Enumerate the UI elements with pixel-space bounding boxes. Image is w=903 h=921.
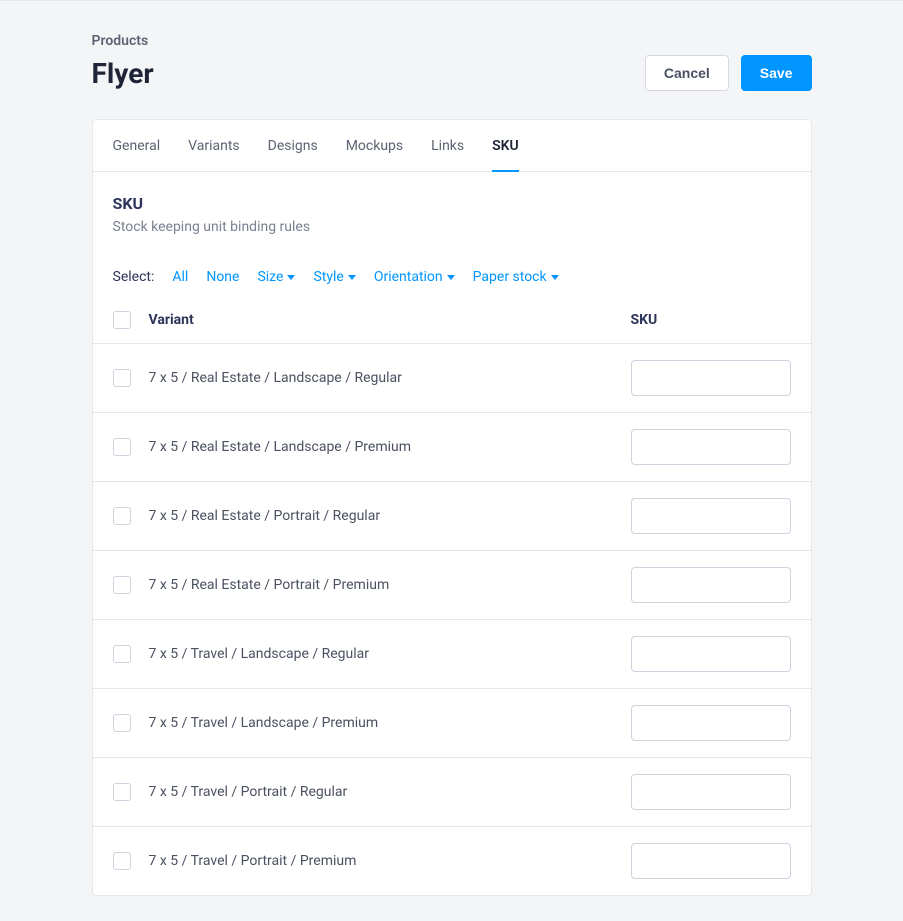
filter-label: Select: (113, 269, 155, 285)
variant-label: 7 x 5 / Real Estate / Portrait / Regular (149, 508, 631, 524)
sku-input[interactable] (631, 567, 791, 603)
filter-text: Style (313, 269, 343, 285)
tab-variants[interactable]: Variants (188, 120, 240, 172)
column-header-sku: SKU (631, 312, 791, 328)
caret-down-icon (348, 275, 356, 280)
filter-paper-stock[interactable]: Paper stock (473, 269, 559, 285)
table-row: 7 x 5 / Travel / Landscape / Premium (93, 688, 811, 757)
page-title: Flyer (92, 57, 154, 90)
variant-label: 7 x 5 / Travel / Landscape / Premium (149, 715, 631, 731)
filter-none[interactable]: None (206, 269, 239, 285)
sku-card: General Variants Designs Mockups Links SKU SK… (92, 119, 812, 896)
filter-bar: Select: All None Size Style Orientation Paper… (93, 245, 811, 303)
panel-subtitle: Stock keeping unit binding rules (113, 219, 791, 235)
sku-input[interactable] (631, 774, 791, 810)
sku-input[interactable] (631, 360, 791, 396)
breadcrumb[interactable]: Products (92, 33, 812, 49)
sku-input[interactable] (631, 705, 791, 741)
table-row: 7 x 5 / Real Estate / Portrait / Premium (93, 550, 811, 619)
tab-designs[interactable]: Designs (268, 120, 318, 172)
variant-table-body: 7 x 5 / Real Estate / Landscape / Regula… (93, 343, 811, 895)
table-header: Variant SKU (93, 303, 811, 343)
row-checkbox[interactable] (113, 369, 131, 387)
tab-links[interactable]: Links (431, 120, 464, 172)
tab-sku[interactable]: SKU (492, 120, 519, 172)
panel-title: SKU (113, 194, 791, 213)
filter-size[interactable]: Size (257, 269, 295, 285)
filter-text: Size (257, 269, 283, 285)
sku-input[interactable] (631, 636, 791, 672)
row-checkbox[interactable] (113, 576, 131, 594)
table-row: 7 x 5 / Real Estate / Landscape / Regula… (93, 343, 811, 412)
tab-general[interactable]: General (113, 120, 161, 172)
row-checkbox[interactable] (113, 714, 131, 732)
caret-down-icon (287, 275, 295, 280)
variant-label: 7 x 5 / Travel / Portrait / Premium (149, 853, 631, 869)
filter-text: All (172, 269, 188, 285)
row-checkbox[interactable] (113, 645, 131, 663)
table-row: 7 x 5 / Travel / Landscape / Regular (93, 619, 811, 688)
select-all-checkbox[interactable] (113, 311, 131, 329)
table-row: 7 x 5 / Travel / Portrait / Premium (93, 826, 811, 895)
variant-label: 7 x 5 / Travel / Landscape / Regular (149, 646, 631, 662)
sku-input[interactable] (631, 843, 791, 879)
filter-orientation[interactable]: Orientation (374, 269, 455, 285)
filter-text: Paper stock (473, 269, 547, 285)
filter-text: None (206, 269, 239, 285)
header-actions: Cancel Save (645, 55, 812, 91)
table-row: 7 x 5 / Real Estate / Landscape / Premiu… (93, 412, 811, 481)
tab-bar: General Variants Designs Mockups Links SKU (93, 120, 811, 172)
row-checkbox[interactable] (113, 438, 131, 456)
save-button[interactable]: Save (741, 55, 812, 91)
variant-label: 7 x 5 / Real Estate / Portrait / Premium (149, 577, 631, 593)
tab-mockups[interactable]: Mockups (346, 120, 403, 172)
row-checkbox[interactable] (113, 852, 131, 870)
sku-input[interactable] (631, 498, 791, 534)
filter-text: Orientation (374, 269, 443, 285)
cancel-button[interactable]: Cancel (645, 55, 729, 91)
filter-all[interactable]: All (172, 269, 188, 285)
row-checkbox[interactable] (113, 507, 131, 525)
caret-down-icon (447, 275, 455, 280)
variant-label: 7 x 5 / Travel / Portrait / Regular (149, 784, 631, 800)
variant-label: 7 x 5 / Real Estate / Landscape / Regula… (149, 370, 631, 386)
variant-label: 7 x 5 / Real Estate / Landscape / Premiu… (149, 439, 631, 455)
row-checkbox[interactable] (113, 783, 131, 801)
filter-style[interactable]: Style (313, 269, 355, 285)
caret-down-icon (551, 275, 559, 280)
column-header-variant: Variant (149, 312, 631, 328)
table-row: 7 x 5 / Travel / Portrait / Regular (93, 757, 811, 826)
sku-input[interactable] (631, 429, 791, 465)
table-row: 7 x 5 / Real Estate / Portrait / Regular (93, 481, 811, 550)
